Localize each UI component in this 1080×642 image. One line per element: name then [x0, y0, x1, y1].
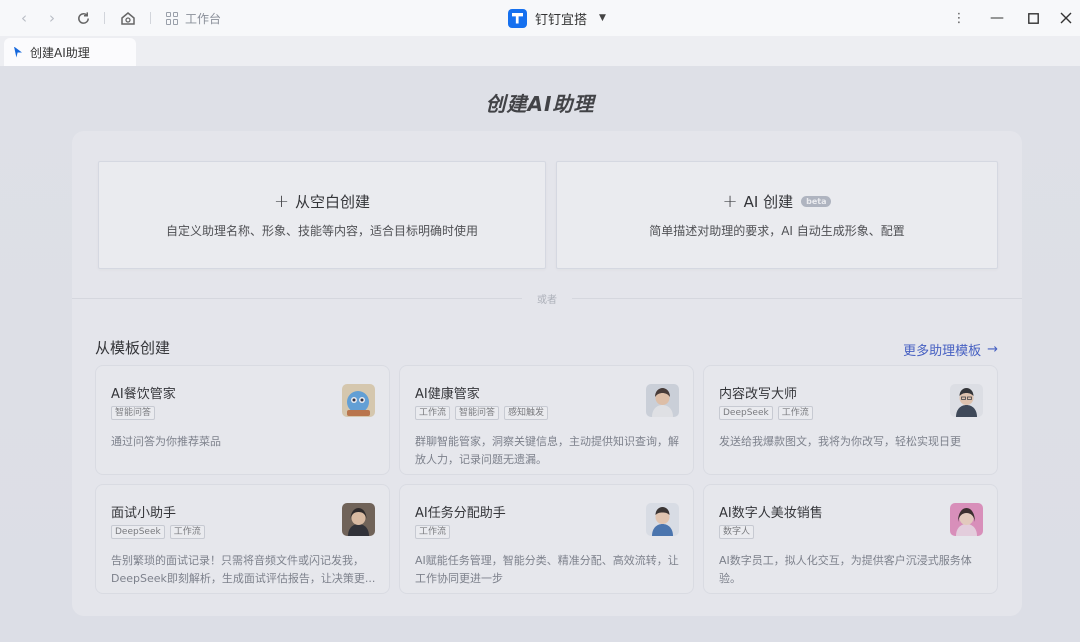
more-templates-link[interactable]: 更多助理模板 → — [903, 340, 998, 359]
title-bar: ‹ › 工作台 钉钉宜搭 ▼ ⋮ — — [0, 0, 1080, 36]
template-name: 面试小助手 — [111, 506, 177, 521]
template-name: AI数字人美妆销售 — [719, 506, 823, 521]
workbench-button[interactable]: 工作台 — [166, 8, 221, 28]
create-blank-title: 从空白创建 — [295, 193, 371, 211]
ai-create-title: AI 创建 — [743, 193, 794, 211]
page-content: 创建AI助理 + 从空白创建 自定义助理名称、形象、技能等内容，适合目标明确时使… — [0, 66, 1080, 642]
beauty-sales-avatar — [950, 503, 983, 536]
workbench-label: 工作台 — [185, 11, 222, 26]
template-desc: 群聊智能管家，洞察关键信息，主动提供知识查询，解放人力，记录问题无遗漏。 — [415, 435, 679, 466]
template-desc: 发送给我爆款图文，我将为你改写，轻松实现日更 — [719, 435, 961, 448]
template-tag: 工作流 — [169, 525, 205, 539]
templates-section-title: 从模板创建 — [95, 339, 171, 357]
back-icon[interactable]: ‹ — [14, 8, 34, 28]
maximize-icon[interactable] — [1023, 8, 1043, 28]
page-title: 创建AI助理 — [485, 92, 595, 116]
interview-assistant-avatar — [342, 503, 375, 536]
dining-robot-avatar — [342, 384, 375, 417]
chevron-down-icon: ▼ — [599, 13, 606, 23]
template-tag: 工作流 — [777, 406, 813, 420]
app-name: 钉钉宜搭 — [535, 12, 588, 28]
tab-label: 创建AI助理 — [30, 45, 90, 60]
template-tag: 工作流 — [415, 406, 451, 420]
forward-icon[interactable]: › — [42, 8, 62, 28]
arrow-right-icon: → — [987, 342, 998, 357]
tab-create-ai-assistant[interactable]: 创建AI助理 — [4, 38, 136, 66]
template-tag: 智能问答 — [111, 406, 156, 420]
create-blank-desc: 自定义助理名称、形象、技能等内容，适合目标明确时使用 — [165, 224, 478, 238]
writer-avatar — [950, 384, 983, 417]
plus-icon: + — [722, 191, 738, 212]
create-panel: + 从空白创建 自定义助理名称、形象、技能等内容，适合目标明确时使用 + AI … — [72, 131, 1022, 616]
divider-text: 或者 — [537, 295, 557, 306]
minimize-icon[interactable]: — — [987, 8, 1007, 28]
health-assistant-avatar — [646, 384, 679, 417]
template-card[interactable]: AI餐饮管家 智能问答 通过问答为你推荐菜品 — [95, 365, 390, 475]
beta-badge: beta — [801, 196, 832, 207]
divider — [72, 298, 522, 299]
template-card[interactable]: AI任务分配助手 工作流 AI赋能任务管理，智能分类、精准分配、高效流转，让工作… — [399, 484, 694, 594]
tab-app-icon — [14, 46, 22, 58]
template-card[interactable]: 面试小助手 DeepSeek 工作流 告别繁琐的面试记录！只需将音频文件或闪记发… — [95, 484, 390, 594]
template-name: 内容改写大师 — [719, 387, 798, 402]
template-desc: 告别繁琐的面试记录！只需将音频文件或闪记发我，DeepSeek即刻解析，生成面试… — [111, 554, 376, 585]
template-name: AI任务分配助手 — [415, 506, 506, 521]
separator — [150, 12, 151, 24]
template-desc: 通过问答为你推荐菜品 — [111, 435, 221, 448]
template-tag: 数字人 — [719, 525, 755, 539]
ai-create-card[interactable]: + AI 创建 beta 简单描述对助理的要求，AI 自动生成形象、配置 — [556, 161, 998, 269]
template-tag: 智能问答 — [455, 406, 500, 420]
template-tag: 工作流 — [415, 525, 451, 539]
refresh-icon[interactable] — [73, 8, 93, 28]
close-icon[interactable] — [1056, 8, 1076, 28]
task-assistant-avatar — [646, 503, 679, 536]
template-desc: AI数字员工，拟人化交互，为提供客户沉浸式服务体验。 — [719, 554, 972, 585]
separator — [104, 12, 105, 24]
template-tag: DeepSeek — [719, 406, 773, 420]
app-logo-icon — [508, 8, 527, 28]
template-tag: 感知触发 — [504, 406, 549, 420]
divider — [572, 298, 1022, 299]
more-icon[interactable]: ⋮ — [949, 8, 969, 28]
tab-strip: 创建AI助理 — [0, 36, 1080, 66]
create-blank-card[interactable]: + 从空白创建 自定义助理名称、形象、技能等内容，适合目标明确时使用 — [98, 161, 546, 269]
template-name: AI健康管家 — [415, 387, 480, 402]
app-switcher[interactable]: 钉钉宜搭 ▼ — [508, 7, 606, 29]
template-card[interactable]: 内容改写大师 DeepSeek 工作流 发送给我爆款图文，我将为你改写，轻松实现… — [703, 365, 998, 475]
home-icon[interactable] — [118, 8, 138, 28]
grid-icon — [166, 11, 179, 25]
template-tag: DeepSeek — [111, 525, 165, 539]
template-card[interactable]: AI健康管家 工作流 智能问答 感知触发 群聊智能管家，洞察关键信息，主动提供知… — [399, 365, 694, 475]
template-desc: AI赋能任务管理，智能分类、精准分配、高效流转，让工作协同更进一步 — [415, 554, 679, 585]
plus-icon: + — [273, 191, 290, 212]
more-templates-label: 更多助理模板 — [903, 344, 982, 359]
ai-create-desc: 简单描述对助理的要求，AI 自动生成形象、配置 — [649, 224, 905, 238]
template-name: AI餐饮管家 — [111, 387, 176, 402]
template-card[interactable]: AI数字人美妆销售 数字人 AI数字员工，拟人化交互，为提供客户沉浸式服务体验。 — [703, 484, 998, 594]
